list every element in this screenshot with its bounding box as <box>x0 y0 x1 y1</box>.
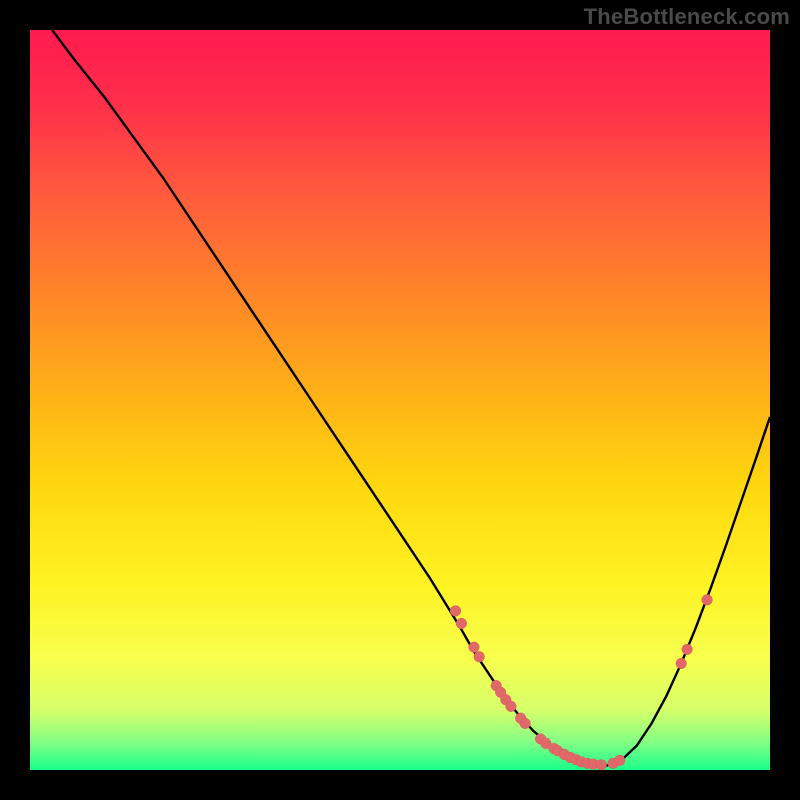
gradient-background <box>30 30 770 770</box>
data-point <box>506 701 517 712</box>
data-point <box>469 642 480 653</box>
data-point <box>676 658 687 669</box>
data-point <box>520 718 531 729</box>
plot-panel <box>30 30 770 770</box>
data-point <box>450 606 461 617</box>
data-point <box>474 651 485 662</box>
chart-stage: TheBottleneck.com <box>0 0 800 800</box>
chart-svg <box>30 30 770 770</box>
data-point <box>702 595 713 606</box>
data-point <box>614 755 625 766</box>
data-point <box>456 618 467 629</box>
data-point <box>682 644 693 655</box>
data-point <box>596 760 607 770</box>
watermark-text: TheBottleneck.com <box>584 4 790 30</box>
